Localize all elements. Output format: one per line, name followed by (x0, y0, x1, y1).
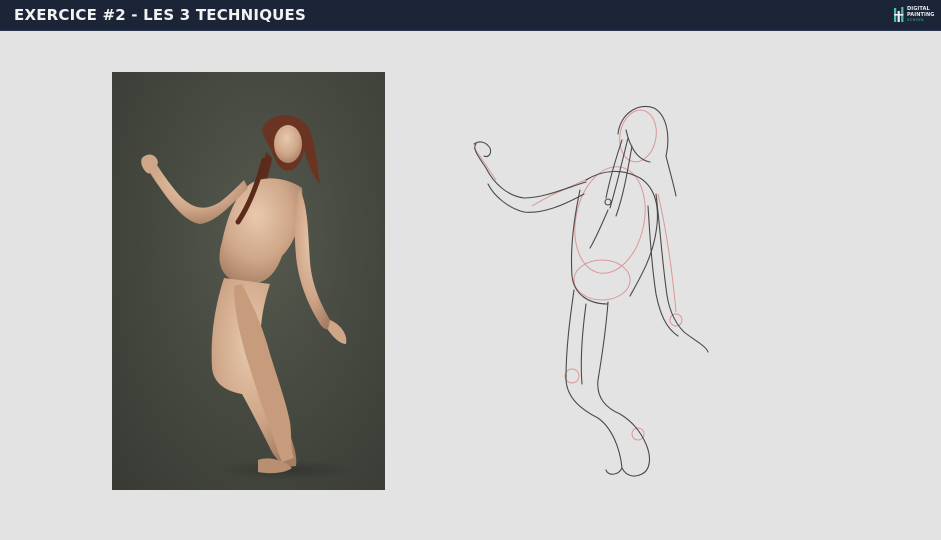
reference-figure-illustration (141, 115, 357, 480)
logo-line-3: SCHOOL (907, 18, 925, 22)
top-bar: EXERCICE #2 - LES 3 TECHNIQUES DIGITAL P… (0, 0, 941, 31)
gesture-sketch-illustration (473, 106, 709, 477)
dps-logo-icon (894, 7, 904, 22)
logo-wordmark: DIGITAL PAINTING SCHOOL (907, 6, 934, 24)
brand-logo: DIGITAL PAINTING SCHOOL (893, 5, 934, 25)
gesture-sketch (462, 98, 722, 488)
slide-title: EXERCICE #2 - LES 3 TECHNIQUES (14, 6, 306, 24)
reference-photo (112, 72, 385, 490)
